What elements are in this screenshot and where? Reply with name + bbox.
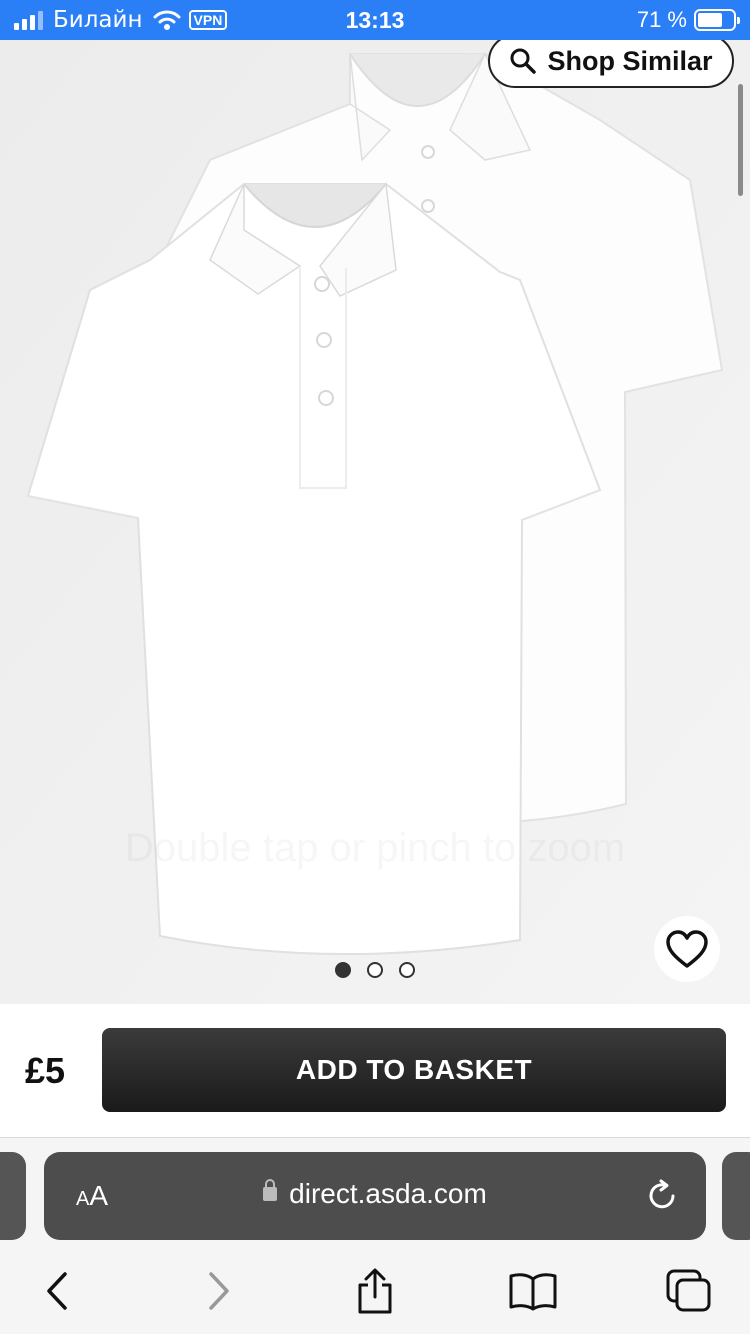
share-icon bbox=[358, 1268, 392, 1314]
browser-bottom-bar: AA direct.asda.com bbox=[0, 1138, 750, 1334]
url-text: direct.asda.com bbox=[289, 1178, 487, 1209]
reload-icon[interactable] bbox=[646, 1178, 680, 1214]
heart-icon bbox=[666, 930, 708, 968]
status-bar: Билайн VPN 13:13 71 % bbox=[0, 0, 750, 40]
browser-toolbar bbox=[0, 1260, 750, 1320]
forward-icon bbox=[209, 1272, 229, 1310]
purchase-bar: £5 ADD TO BASKET bbox=[0, 1004, 750, 1138]
battery-percent: 71 % bbox=[636, 7, 687, 32]
next-tab-peek[interactable] bbox=[722, 1152, 750, 1240]
add-to-basket-button[interactable]: ADD TO BASKET bbox=[102, 1028, 726, 1112]
url-display[interactable]: direct.asda.com bbox=[44, 1178, 706, 1210]
share-button[interactable] bbox=[350, 1266, 400, 1316]
lock-icon bbox=[263, 1179, 278, 1201]
zoom-hint: Double tap or pinch to zoom bbox=[0, 826, 750, 871]
pagination-dot[interactable] bbox=[367, 962, 383, 978]
shop-similar-label: Shop Similar bbox=[547, 45, 713, 76]
shop-similar-button[interactable]: Shop Similar bbox=[488, 40, 734, 88]
search-icon bbox=[510, 48, 537, 74]
status-right: 71 % bbox=[636, 7, 740, 33]
back-button[interactable] bbox=[32, 1266, 82, 1316]
tabs-icon bbox=[666, 1269, 711, 1312]
bookmarks-button[interactable] bbox=[508, 1266, 558, 1316]
product-image-gallery[interactable]: Double tap or pinch to zoom Shop Similar bbox=[0, 40, 750, 1004]
bookmarks-icon bbox=[509, 1273, 557, 1311]
address-bar[interactable]: AA direct.asda.com bbox=[44, 1152, 706, 1240]
wishlist-button[interactable] bbox=[654, 916, 720, 982]
back-icon bbox=[47, 1272, 67, 1310]
scroll-indicator bbox=[738, 84, 743, 196]
battery-icon bbox=[694, 9, 740, 31]
tabs-button[interactable] bbox=[664, 1266, 714, 1316]
previous-tab-peek[interactable] bbox=[0, 1152, 26, 1240]
forward-button[interactable] bbox=[194, 1266, 244, 1316]
pagination-dot[interactable] bbox=[399, 962, 415, 978]
product-price: £5 bbox=[25, 1050, 66, 1091]
image-pagination[interactable] bbox=[0, 962, 750, 978]
pagination-dot[interactable] bbox=[335, 962, 351, 978]
